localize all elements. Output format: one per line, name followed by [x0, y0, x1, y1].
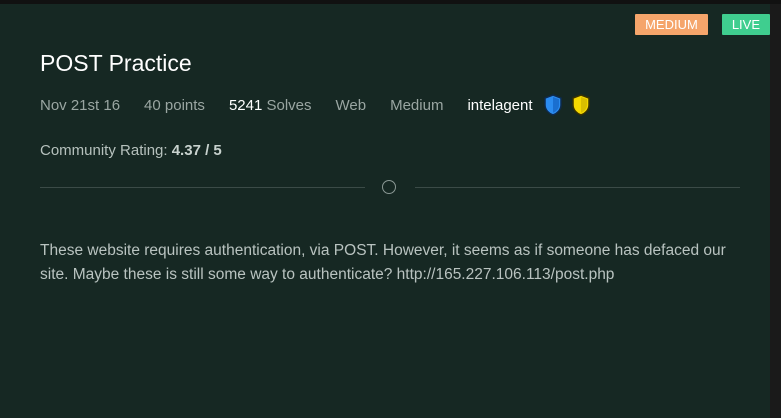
- community-rating: Community Rating: 4.37 / 5: [40, 142, 222, 159]
- author-name[interactable]: intelagent: [467, 97, 532, 114]
- challenge-solves: 5241 Solves: [229, 97, 312, 114]
- rating-label: Community Rating:: [40, 142, 168, 159]
- divider-right: [415, 187, 740, 188]
- blue-shield-icon: [543, 94, 562, 116]
- divider-circle-icon: [382, 180, 396, 194]
- difficulty-badge: MEDIUM: [635, 14, 708, 35]
- badge-group: MEDIUM LIVE: [635, 14, 770, 35]
- challenge-description: These website requires authentication, v…: [40, 242, 726, 283]
- challenge-card: MEDIUM LIVE POST Practice Nov 21st 16 40…: [0, 4, 770, 418]
- challenge-author[interactable]: intelagent: [467, 94, 590, 116]
- challenge-points: 40 points: [144, 96, 205, 114]
- scrollbar[interactable]: [770, 4, 781, 418]
- challenge-category[interactable]: Web: [336, 97, 367, 114]
- live-badge: LIVE: [721, 14, 770, 35]
- challenge-meta: Nov 21st 16 40 points 5241 Solves Web Me…: [40, 94, 591, 116]
- challenge-difficulty: Medium: [390, 96, 444, 114]
- challenge-date: Nov 21st 16: [40, 96, 121, 114]
- solves-count: 5241: [228, 96, 263, 114]
- challenge-title: POST Practice: [40, 50, 192, 76]
- yellow-shield-icon: [571, 94, 590, 116]
- divider-left: [40, 187, 365, 188]
- solves-label: Solves: [266, 96, 312, 114]
- rating-value: 4.37 / 5: [171, 142, 222, 159]
